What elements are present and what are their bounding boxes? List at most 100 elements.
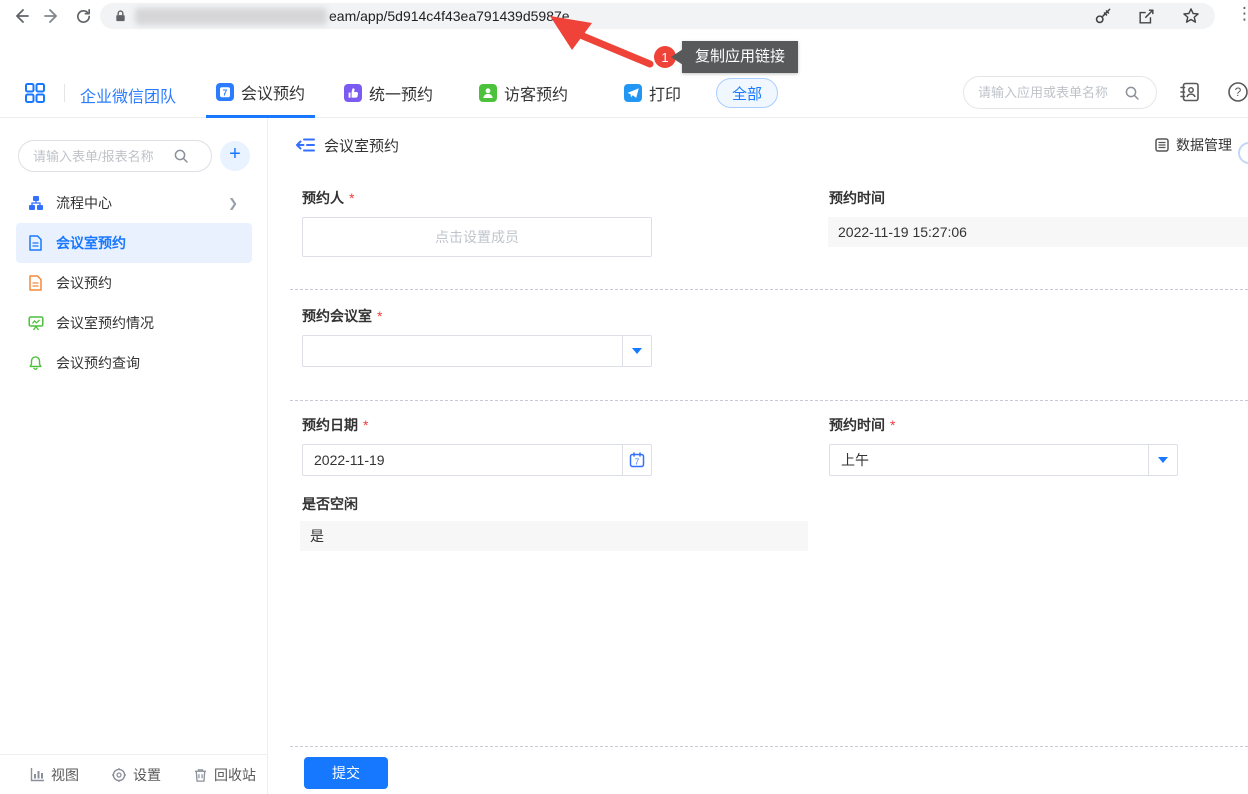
free-label: 是否空闲: [302, 494, 358, 514]
svg-text:7: 7: [223, 87, 228, 97]
required-mark: *: [377, 308, 382, 324]
browser-back-icon[interactable]: [8, 3, 34, 29]
team-name-link[interactable]: 企业微信团队: [80, 83, 176, 107]
annotation-tooltip: 复制应用链接: [682, 41, 798, 73]
sidebar-item-reserve-query[interactable]: 会议预约查询: [16, 343, 252, 383]
sidebar-item-label: 会议室预约情况: [56, 313, 154, 333]
doc-orange-icon: [28, 275, 44, 291]
sidebar: + 流程中心 ❯ 会议室预约 会议预约 会议室预约情况: [0, 118, 268, 794]
app-search-box[interactable]: [963, 76, 1157, 109]
required-mark: *: [363, 417, 368, 433]
tab-label: 访客预约: [504, 81, 568, 105]
recycle-bin-button[interactable]: 回收站: [193, 765, 256, 785]
print-icon: [624, 84, 642, 102]
lock-icon: [114, 9, 127, 23]
reserver-input[interactable]: [302, 217, 652, 257]
tab-meeting-reserve[interactable]: 7 会议预约: [206, 68, 315, 118]
submit-button[interactable]: 提交: [304, 757, 388, 789]
screen: eam/app/5d914c4f43ea791439d5987e ⋮⋮ 1 复制…: [0, 0, 1248, 794]
period-select[interactable]: 上午: [829, 444, 1178, 476]
data-manage-icon: [1154, 137, 1170, 153]
share-icon[interactable]: [1137, 7, 1156, 26]
chevron-down-icon: [632, 348, 642, 354]
flow-icon: [28, 195, 44, 211]
meeting-reserve-icon: 7: [216, 83, 234, 101]
search-icon[interactable]: [173, 148, 189, 164]
reserver-label: 预约人*: [302, 188, 354, 208]
tooltip-pointer: [671, 49, 683, 65]
url-text: eam/app/5d914c4f43ea791439d5987e: [329, 8, 570, 24]
period-select-value: 上午: [830, 445, 1148, 475]
reserve-time-label: 预约时间: [829, 188, 885, 208]
data-manage-button[interactable]: 数据管理: [1154, 135, 1232, 155]
form-header: 会议室预约 数据管理: [268, 118, 1248, 172]
collapse-sidebar-icon[interactable]: [296, 137, 315, 153]
data-manage-label: 数据管理: [1176, 135, 1232, 155]
form-search-input[interactable]: [33, 149, 173, 164]
sidebar-item-process-center[interactable]: 流程中心 ❯: [16, 183, 252, 223]
room-select-button[interactable]: [622, 336, 651, 366]
add-form-button[interactable]: +: [220, 141, 250, 171]
cropped-badge: [1238, 142, 1248, 164]
section-divider: [290, 289, 1248, 290]
sidebar-item-label: 会议室预约: [56, 233, 126, 253]
sidebar-item-room-reserve[interactable]: 会议室预约: [16, 223, 252, 263]
search-icon[interactable]: [1124, 85, 1140, 101]
sidebar-footer: 视图 设置 回收站: [0, 754, 267, 794]
views-button[interactable]: 视图: [30, 765, 79, 785]
all-apps-pill[interactable]: 全部: [716, 78, 778, 108]
sidebar-item-label: 流程中心: [56, 193, 112, 213]
url-redacted-blur: [135, 8, 327, 25]
recycle-label: 回收站: [214, 765, 256, 785]
tab-unified-reserve[interactable]: 统一预约: [344, 68, 433, 118]
sidebar-item-room-status[interactable]: 会议室预约情况: [16, 303, 252, 343]
browser-menu-icon[interactable]: ⋮⋮: [1236, 4, 1248, 24]
trash-icon: [193, 767, 208, 783]
date-input[interactable]: [303, 445, 622, 475]
doc-blue-icon: [28, 235, 44, 251]
main-panel: 会议室预约 数据管理 预约人* 预约时间 2022-11-19 15:27:06…: [268, 118, 1248, 794]
settings-label: 设置: [133, 765, 161, 785]
footer-divider: [290, 746, 1248, 747]
dashboard-icon: [28, 315, 44, 331]
app-grid-icon[interactable]: [24, 82, 46, 104]
bookmark-star-icon[interactable]: [1181, 6, 1201, 26]
contacts-icon[interactable]: [1179, 81, 1201, 103]
top-nav: 企业微信团队 7 会议预约 统一预约 访客预约 打印 全部 ?: [0, 68, 1248, 118]
form-search-box[interactable]: [18, 140, 212, 172]
section-divider: [290, 400, 1248, 401]
date-label: 预约日期*: [302, 415, 368, 435]
chart-icon: [30, 767, 45, 782]
url-bar[interactable]: eam/app/5d914c4f43ea791439d5987e: [100, 3, 1215, 29]
browser-reload-icon[interactable]: [70, 3, 96, 29]
date-picker[interactable]: 7: [302, 444, 652, 476]
room-select-value: [303, 336, 622, 366]
page-title: 会议室预约: [324, 135, 399, 156]
views-label: 视图: [51, 765, 79, 785]
tab-print[interactable]: 打印: [624, 68, 681, 118]
period-select-button[interactable]: [1148, 445, 1177, 475]
calendar-icon: 7: [629, 452, 645, 468]
chevron-right-icon: ❯: [228, 196, 238, 210]
key-icon[interactable]: [1093, 7, 1112, 26]
required-mark: *: [349, 190, 354, 206]
nav-divider: [64, 84, 65, 102]
date-picker-button[interactable]: 7: [622, 445, 651, 475]
room-select[interactable]: [302, 335, 652, 367]
tab-label: 打印: [649, 81, 681, 105]
bell-icon: [28, 355, 44, 371]
sidebar-item-label: 会议预约查询: [56, 353, 140, 373]
svg-text:?: ?: [1235, 85, 1242, 99]
visitor-reserve-icon: [479, 84, 497, 102]
sidebar-item-label: 会议预约: [56, 273, 112, 293]
app-search-input[interactable]: [978, 85, 1124, 100]
free-value: 是: [300, 521, 808, 551]
browser-forward-icon[interactable]: [39, 3, 65, 29]
tab-visitor-reserve[interactable]: 访客预约: [479, 68, 568, 118]
settings-button[interactable]: 设置: [111, 765, 161, 785]
svg-text:7: 7: [635, 458, 640, 467]
unified-reserve-icon: [344, 84, 362, 102]
chevron-down-icon: [1158, 457, 1168, 463]
help-icon[interactable]: ?: [1227, 81, 1248, 103]
sidebar-item-meeting-reserve[interactable]: 会议预约: [16, 263, 252, 303]
